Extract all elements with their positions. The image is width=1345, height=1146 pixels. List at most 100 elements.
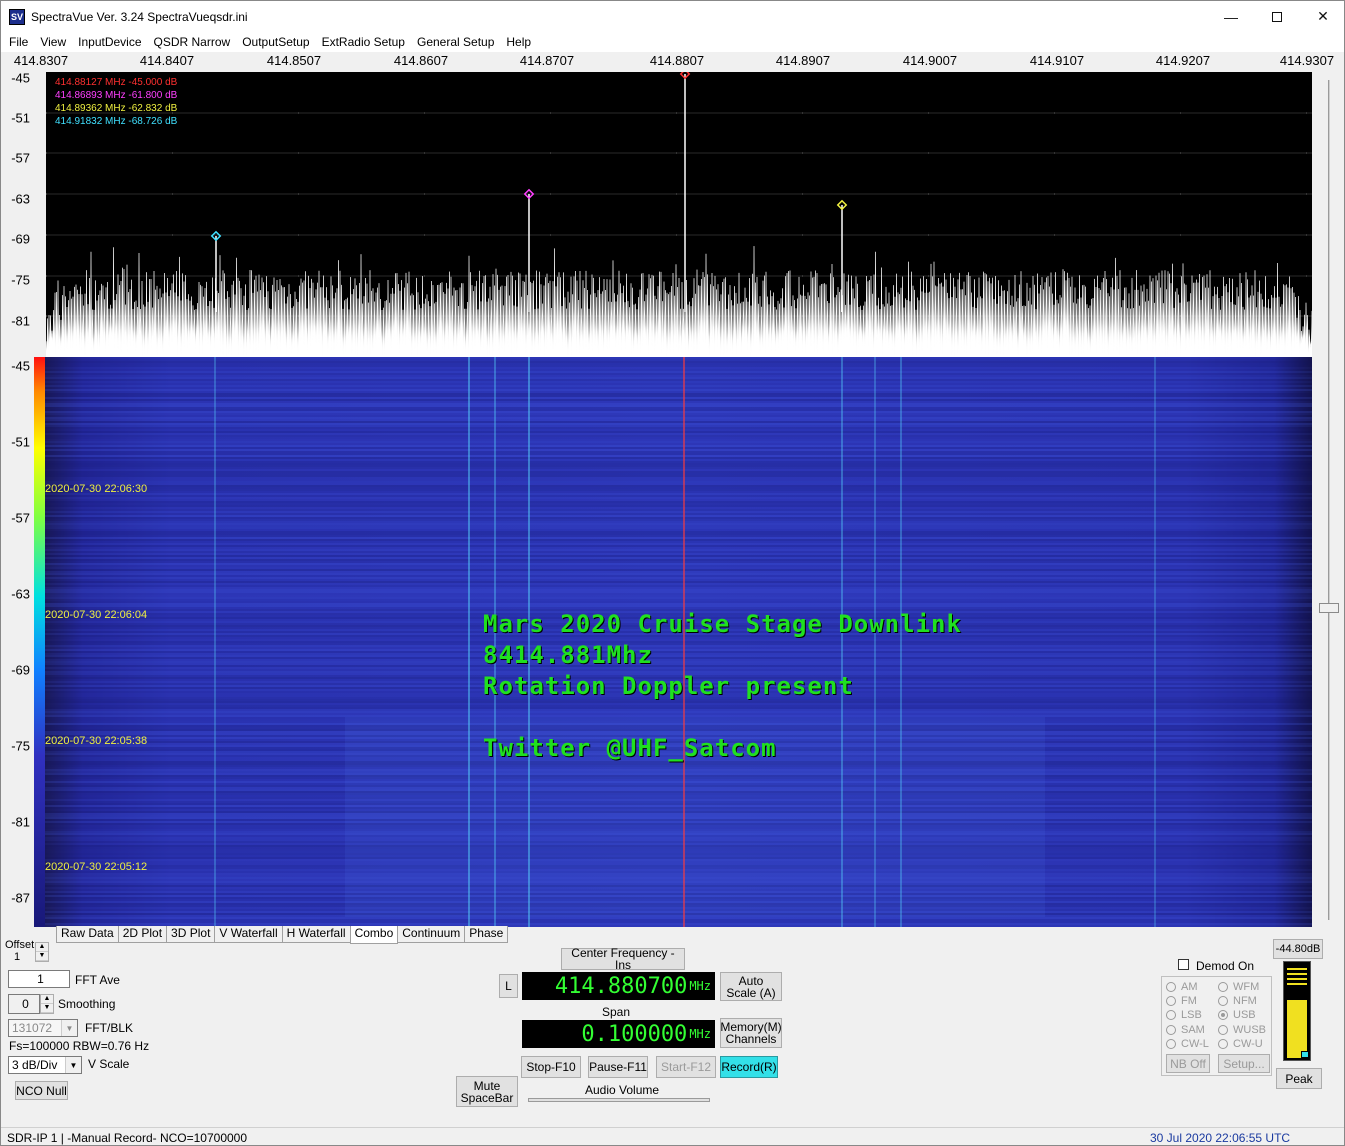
amplitude-axis: -45 -51 -57 -63 -69 -75 -81 -45 -51 -57 … <box>1 71 34 927</box>
spectrum-plot[interactable]: 414.88127 MHz -45.000 dB 414.86893 MHz -… <box>46 72 1312 357</box>
waterfall-streak <box>45 487 1312 489</box>
radio-label: LSB <box>1181 1009 1202 1021</box>
span-label: Span <box>602 1005 631 1019</box>
waterfall-streak <box>45 455 1312 457</box>
auto-scale-button[interactable]: Auto Scale (A) <box>720 972 782 1001</box>
tab-continuum[interactable]: Continuum <box>397 926 466 943</box>
nb-off-button[interactable]: NB Off <box>1166 1054 1210 1073</box>
waterfall-streak <box>45 383 1312 385</box>
radio-wfm[interactable]: WFM <box>1218 981 1259 993</box>
waterfall-streak <box>45 441 1312 443</box>
l-button[interactable]: L <box>499 974 518 998</box>
menu-qsdr-narrow[interactable]: QSDR Narrow <box>148 35 237 49</box>
nco-null-button[interactable]: NCO Null <box>15 1081 68 1100</box>
waterfall-streak <box>45 423 1312 425</box>
audio-volume-slider[interactable] <box>528 1098 710 1102</box>
waterfall-streak <box>45 463 1312 465</box>
minimize-button[interactable]: — <box>1208 1 1254 32</box>
menu-outputsetup[interactable]: OutputSetup <box>236 35 315 49</box>
tab-2d-plot[interactable]: 2D Plot <box>117 926 168 943</box>
waterfall-streak <box>45 439 1312 441</box>
menu-inputdevice[interactable]: InputDevice <box>72 35 147 49</box>
radio-cw-l[interactable]: CW-L <box>1166 1038 1209 1050</box>
menu-view[interactable]: View <box>34 35 72 49</box>
waterfall-streak <box>45 583 1312 585</box>
waterfall-streak <box>45 421 1312 423</box>
pause-button[interactable]: Pause-F11 <box>588 1056 648 1078</box>
vscale-select[interactable]: 3 dB/Div ▼ <box>8 1056 82 1074</box>
freq-tick: 414.8307 <box>13 53 69 68</box>
waterfall-streak <box>45 429 1312 431</box>
waterfall-ylabel: -69 <box>11 662 30 678</box>
spectrum-ylabel: -81 <box>11 313 30 329</box>
center-frequency-button[interactable]: Center Frequency - Ins <box>561 947 685 971</box>
radio-sam[interactable]: SAM <box>1166 1024 1205 1036</box>
radio-cw-u[interactable]: CW-U <box>1218 1038 1263 1050</box>
center-frequency-value: 414.880700 <box>554 973 688 999</box>
spectrum-ylabel: -75 <box>11 272 30 288</box>
waterfall-streak <box>45 555 1312 557</box>
waterfall-streak <box>45 565 1312 567</box>
waterfall-streak <box>45 523 1312 525</box>
radio-circle-icon <box>1166 1025 1176 1035</box>
fft-ave-input[interactable]: 1 <box>8 970 70 988</box>
tab-raw-data[interactable]: Raw Data <box>56 926 119 943</box>
tab-v-waterfall[interactable]: V Waterfall <box>214 926 283 943</box>
radio-wusb[interactable]: WUSB <box>1218 1024 1266 1036</box>
center-frequency-display[interactable]: 414.880700 MHz <box>522 972 715 1000</box>
overlay-line: 8414.881Mhz <box>483 641 653 669</box>
marker-readout: 414.89362 MHz -62.832 dB <box>55 103 178 114</box>
radio-nfm[interactable]: NFM <box>1218 995 1257 1007</box>
spin-down-icon[interactable]: ▼ <box>41 1004 53 1013</box>
start-button[interactable]: Start-F12 <box>656 1056 716 1078</box>
demod-setup-button[interactable]: Setup... <box>1218 1054 1270 1073</box>
waterfall-streak <box>45 411 1312 413</box>
tab-3d-plot[interactable]: 3D Plot <box>166 926 216 943</box>
tab-h-waterfall[interactable]: H Waterfall <box>281 926 351 943</box>
demod-on-checkbox[interactable] <box>1178 959 1189 970</box>
offset-spinner[interactable]: ▲ ▼ <box>35 942 49 962</box>
annotation-overlay: Mars 2020 Cruise Stage Downlink 8414.881M… <box>483 609 962 764</box>
record-button[interactable]: Record(R) <box>720 1056 778 1078</box>
waterfall-streak <box>45 593 1312 595</box>
smoothing-input[interactable]: 0 <box>8 994 40 1014</box>
tab-phase[interactable]: Phase <box>464 926 509 943</box>
waterfall-streak <box>45 401 1312 403</box>
mute-button[interactable]: Mute SpaceBar <box>456 1076 518 1107</box>
waterfall-display[interactable]: 2020-07-30 22:06:30 2020-07-30 22:06:04 … <box>45 357 1312 927</box>
spin-down-icon[interactable]: ▼ <box>36 952 48 961</box>
radio-circle-icon <box>1166 982 1176 992</box>
menu-help[interactable]: Help <box>500 35 537 49</box>
waterfall-streak <box>45 375 1312 377</box>
waterfall-streak <box>45 357 1312 359</box>
span-display[interactable]: 0.100000 MHz <box>522 1020 715 1048</box>
slider-thumb[interactable] <box>1319 603 1339 613</box>
radio-usb[interactable]: USB <box>1218 1009 1256 1021</box>
signal-level-meter <box>1283 961 1311 1061</box>
radio-fm[interactable]: FM <box>1166 995 1197 1007</box>
maximize-button[interactable] <box>1254 1 1300 32</box>
menu-extradio-setup[interactable]: ExtRadio Setup <box>316 35 411 49</box>
close-button[interactable]: ✕ <box>1300 1 1344 32</box>
radio-lsb[interactable]: LSB <box>1166 1009 1202 1021</box>
memory-channels-button[interactable]: Memory(M) Channels <box>720 1018 782 1048</box>
stop-button[interactable]: Stop-F10 <box>521 1056 581 1078</box>
peak-button[interactable]: Peak <box>1276 1068 1322 1089</box>
tab-combo[interactable]: Combo <box>349 926 399 944</box>
waterfall-streak <box>45 557 1312 559</box>
smoothing-spinner[interactable]: ▲ ▼ <box>40 994 54 1014</box>
menu-file[interactable]: File <box>3 35 34 49</box>
vertical-slider[interactable] <box>1319 72 1339 927</box>
app-window: SV SpectraVue Ver. 3.24 SpectraVueqsdr.i… <box>0 0 1345 1146</box>
menu-general-setup[interactable]: General Setup <box>411 35 500 49</box>
status-datetime: 30 Jul 2020 22:06:55 UTC <box>1150 1131 1291 1145</box>
spin-up-icon[interactable]: ▲ <box>41 995 53 1004</box>
marker-readout: 414.88127 MHz -45.000 dB <box>55 77 178 88</box>
spin-up-icon[interactable]: ▲ <box>36 943 48 952</box>
demod-on-label: Demod On <box>1196 959 1255 973</box>
marker-readout: 414.86893 MHz -61.800 dB <box>55 90 178 101</box>
waterfall-streak <box>45 409 1312 411</box>
fft-blk-select[interactable]: 131072 ▼ <box>8 1019 78 1037</box>
radio-am[interactable]: AM <box>1166 981 1198 993</box>
waterfall-streak <box>45 415 1312 417</box>
